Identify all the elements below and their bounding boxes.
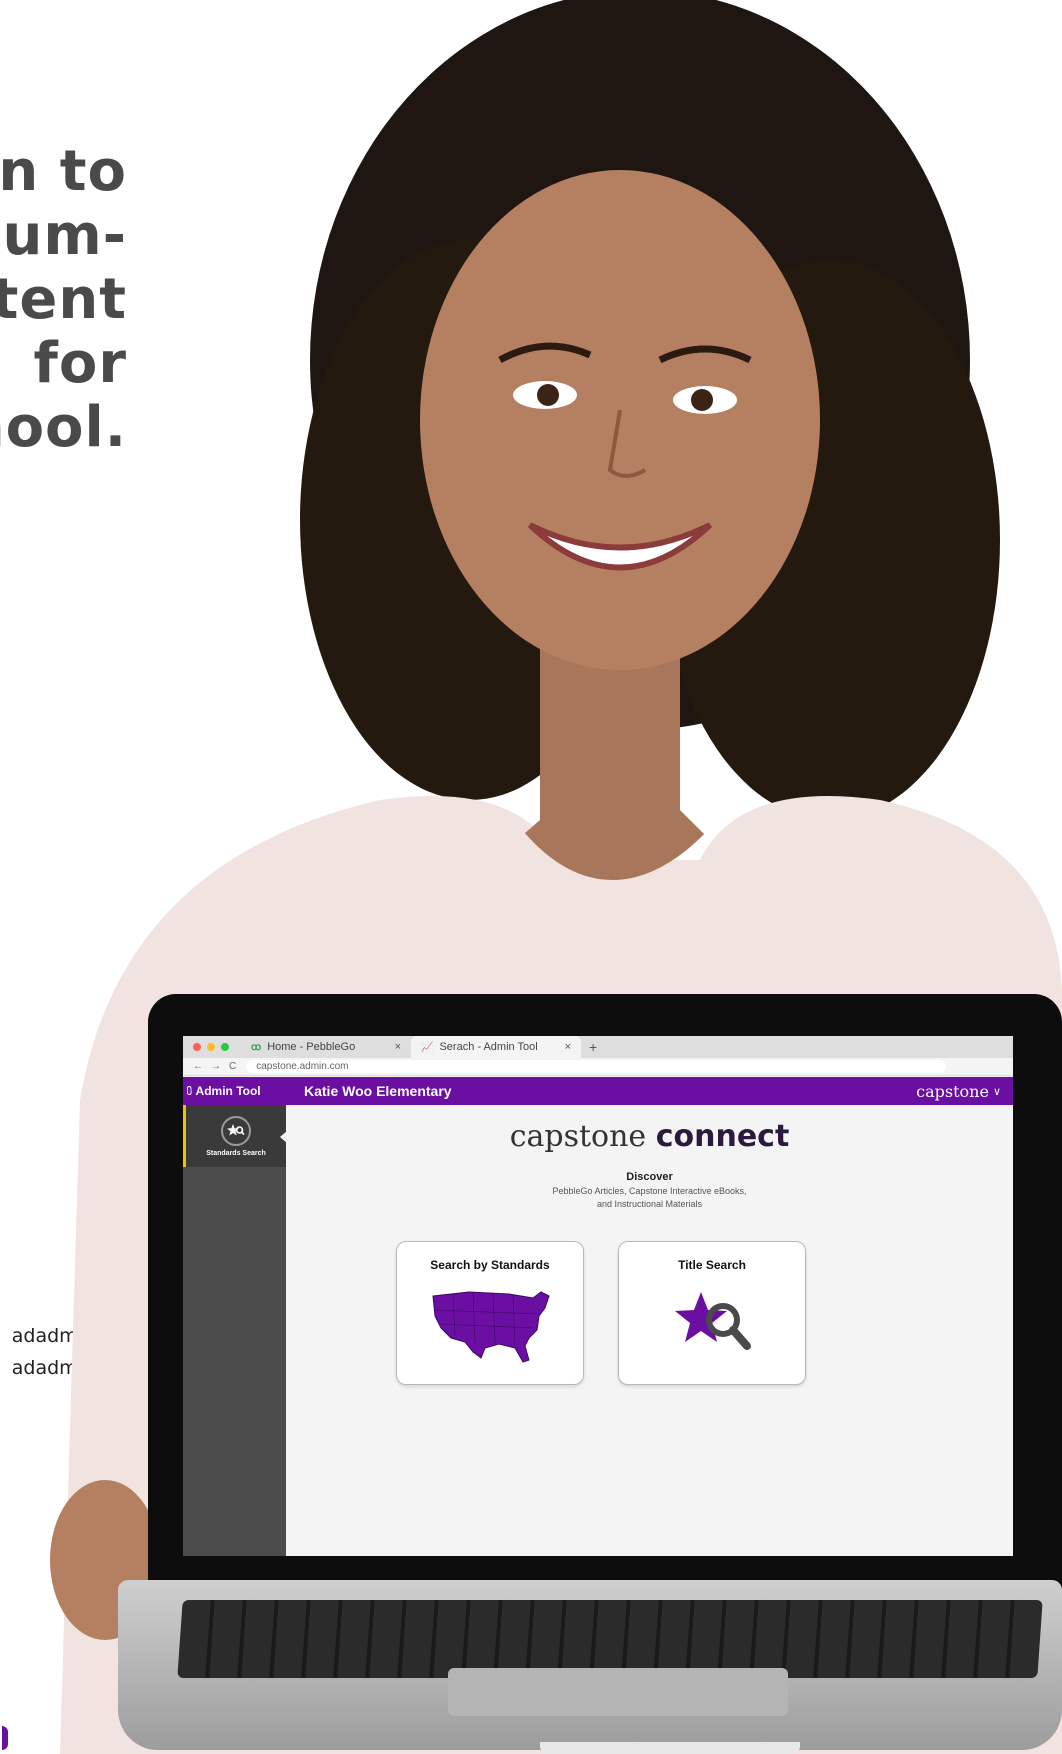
sidebar-item-standards-search[interactable]: Standards Search	[183, 1105, 286, 1167]
close-window-button[interactable]	[193, 1043, 201, 1051]
tab-label: Serach - Admin Tool	[439, 1041, 538, 1053]
star-magnifier-icon	[675, 1292, 751, 1350]
minimize-window-button[interactable]	[207, 1043, 215, 1051]
main-content: capstone connect Discover PebbleGo Artic…	[286, 1105, 1013, 1556]
school-name: Katie Woo Elementary	[304, 1083, 452, 1099]
search-by-standards-card[interactable]: Search by Standards	[396, 1241, 584, 1385]
brand-menu[interactable]: capstone ∨	[916, 1082, 1001, 1101]
laptop-trackpad	[448, 1668, 788, 1716]
pebblego-icon: ꝏ	[251, 1041, 262, 1053]
discover-title: Discover	[626, 1171, 673, 1183]
laptop-hinge	[540, 1742, 800, 1754]
close-tab-icon[interactable]: ×	[395, 1041, 401, 1053]
forward-icon[interactable]: →	[211, 1061, 221, 1072]
url-input[interactable]: capstone.admin.com	[246, 1060, 947, 1073]
window-controls	[193, 1043, 229, 1051]
back-icon[interactable]: ←	[193, 1061, 203, 1072]
tab-label: Home - PebbleGo	[267, 1041, 356, 1053]
laptop-screen: ꝏ Home - PebbleGo × 📈 Serach - Admin Too…	[183, 1036, 1013, 1556]
address-bar: ← → C capstone.admin.com	[183, 1058, 1013, 1076]
star-search-icon	[221, 1115, 251, 1146]
card-title: Title Search	[678, 1258, 746, 1272]
sidebar-item-label: Standards Search	[206, 1149, 266, 1157]
logo-part-capstone: capstone	[509, 1119, 647, 1154]
maximize-window-button[interactable]	[221, 1043, 229, 1051]
sidebar: Standards Search	[183, 1105, 287, 1556]
admin-tool-label: Admin Tool	[195, 1084, 261, 1098]
card-title: Search by Standards	[430, 1258, 550, 1272]
usa-map-icon	[432, 1291, 550, 1363]
tab-search-admin-tool[interactable]: 📈 Serach - Admin Tool ×	[411, 1036, 581, 1058]
discover-desc-line: and Instructional Materials	[596, 1199, 703, 1209]
new-tab-button[interactable]: +	[589, 1039, 597, 1055]
title-search-card[interactable]: Title Search	[618, 1241, 806, 1385]
reload-icon[interactable]: C	[229, 1061, 236, 1072]
tab-home-pebblego[interactable]: ꝏ Home - PebbleGo ×	[241, 1036, 411, 1058]
browser-tab-bar: ꝏ Home - PebbleGo × 📈 Serach - Admin Too…	[183, 1036, 1013, 1058]
discover-desc-line: PebbleGo Articles, Capstone Interactive …	[552, 1186, 747, 1196]
discover-description: PebbleGo Articles, Capstone Interactive …	[286, 1185, 1013, 1211]
capstone-connect-logo: capstone connect	[286, 1119, 1013, 1154]
logo-part-connect: connect	[655, 1119, 790, 1154]
admin-chart-icon: 📈	[421, 1041, 434, 1053]
chevron-down-icon: ∨	[992, 1084, 1001, 1098]
close-tab-icon[interactable]: ×	[565, 1041, 571, 1053]
brand-label: capstone	[916, 1081, 989, 1101]
laptop-keyboard	[177, 1600, 1043, 1678]
chart-icon: ⩇	[187, 1085, 192, 1097]
admin-tool-link[interactable]: ⩇ Admin Tool	[183, 1084, 286, 1098]
app-header: ⩇ Admin Tool Katie Woo Elementary capsto…	[183, 1077, 1013, 1105]
